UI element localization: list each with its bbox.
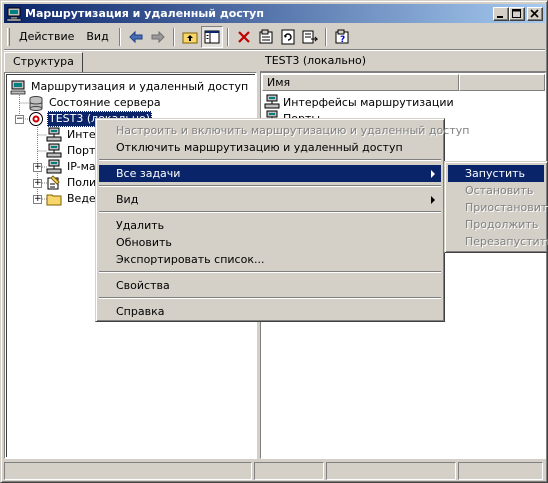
- menu-view[interactable]: Вид: [80, 28, 114, 46]
- minimize-icon: [497, 15, 503, 18]
- ip-routing-icon: [46, 159, 62, 174]
- toolbar-divider: [4, 49, 545, 51]
- toolbar-separator: [324, 28, 327, 46]
- submenu-arrow-icon: [431, 196, 435, 204]
- refresh-icon: [281, 29, 295, 45]
- toolbar-separator: [118, 28, 121, 46]
- maximize-icon: [512, 8, 521, 18]
- tree-item-label: Состояние сервера: [49, 96, 161, 109]
- column-header-empty[interactable]: [459, 74, 545, 91]
- up-level-button[interactable]: [179, 26, 201, 48]
- tree-expand-toggle[interactable]: +: [33, 179, 42, 188]
- policy-icon: [47, 175, 60, 190]
- tree-tab-strip: Структура: [4, 52, 256, 72]
- menu-item-delete[interactable]: Удалить: [99, 217, 441, 234]
- close-icon: [530, 8, 539, 18]
- close-button[interactable]: [527, 6, 543, 21]
- status-cell: [254, 462, 324, 480]
- minimize-button[interactable]: [493, 6, 509, 21]
- properties-button[interactable]: [255, 26, 277, 48]
- properties-icon: [259, 29, 273, 44]
- folder-icon: [46, 194, 62, 206]
- submenu-item-start[interactable]: Запустить: [448, 165, 544, 182]
- routing-app-icon: [6, 7, 22, 21]
- context-menu: Настроить и включить маршрутизацию и уда…: [95, 118, 469, 322]
- forward-arrow-icon: [151, 30, 165, 44]
- menu-separator: [99, 211, 441, 213]
- tab-structure[interactable]: Структура: [4, 52, 83, 72]
- submenu-item-pause[interactable]: Приостановить: [448, 199, 548, 216]
- menu-item-label: Вид: [116, 193, 139, 206]
- delete-icon: [237, 31, 250, 43]
- submenu-item-restart[interactable]: Перезапустить: [448, 233, 548, 250]
- menu-item-all-tasks[interactable]: Все задачи: [99, 165, 441, 182]
- toolbar-grip[interactable]: [7, 28, 10, 46]
- routing-icon: [10, 80, 26, 95]
- svg-text:?: ?: [340, 35, 345, 45]
- tree-expand-toggle[interactable]: +: [33, 163, 42, 172]
- toolbar-separator: [226, 28, 229, 46]
- column-header-name[interactable]: Имя: [262, 74, 459, 91]
- menu-item-refresh[interactable]: Обновить: [99, 234, 441, 251]
- submenu-item-resume[interactable]: Продолжить: [448, 216, 544, 233]
- menu-item-label: Все задачи: [116, 167, 181, 180]
- right-pane-header: TEST3 (локально): [260, 52, 546, 72]
- show-hide-tree-icon: [204, 30, 220, 44]
- menu-item-help[interactable]: Справка: [99, 303, 441, 320]
- tree-item-root[interactable]: Маршрутизация и удаленный доступ: [10, 79, 250, 95]
- menu-toolbar: Действие Вид ?: [4, 25, 545, 49]
- title-bar[interactable]: Маршрутизация и удаленный доступ: [4, 4, 545, 23]
- server-icon: [29, 112, 43, 126]
- maximize-button[interactable]: [509, 6, 525, 21]
- menu-item-properties[interactable]: Свойства: [99, 277, 441, 294]
- tree-item-label: Маршрутизация и удаленный доступ: [31, 80, 249, 93]
- tree-collapse-toggle[interactable]: −: [15, 115, 24, 124]
- forward-button[interactable]: [147, 26, 169, 48]
- delete-button[interactable]: [233, 26, 255, 48]
- ports-icon: [46, 143, 62, 158]
- list-item-label: Интерфейсы маршрутизации: [283, 95, 454, 109]
- menu-item-configure-enable[interactable]: Настроить и включить маршрутизацию и уда…: [99, 122, 469, 139]
- tree-expand-toggle[interactable]: +: [33, 195, 42, 204]
- app-window: Маршрутизация и удаленный доступ Действи…: [0, 0, 548, 483]
- back-button[interactable]: [125, 26, 147, 48]
- menu-item-view[interactable]: Вид: [99, 191, 441, 208]
- menu-action[interactable]: Действие: [13, 28, 80, 46]
- status-cell: [4, 462, 252, 480]
- submenu-item-stop[interactable]: Остановить: [448, 182, 544, 199]
- help-icon: ?: [335, 29, 349, 45]
- menu-separator: [99, 185, 441, 187]
- menu-separator: [99, 297, 441, 299]
- back-arrow-icon: [128, 30, 143, 44]
- refresh-button[interactable]: [277, 26, 299, 48]
- menu-separator: [99, 159, 441, 161]
- export-list-icon: [302, 30, 318, 44]
- export-list-button[interactable]: [299, 26, 321, 48]
- menu-separator: [99, 271, 441, 273]
- submenu-arrow-icon: [431, 170, 435, 178]
- toolbar-separator: [172, 28, 175, 46]
- tree-item-server-status[interactable]: Состояние сервера: [28, 95, 163, 111]
- show-hide-tree-button[interactable]: [200, 26, 223, 48]
- status-bar: [4, 462, 545, 480]
- menu-item-export-list[interactable]: Экспортировать список...: [99, 251, 441, 268]
- server-status-icon: [29, 96, 43, 111]
- interfaces-icon: [46, 127, 62, 142]
- all-tasks-submenu: Запустить Остановить Приостановить Продо…: [444, 161, 548, 253]
- up-folder-icon: [182, 32, 198, 44]
- list-item-interfaces[interactable]: Интерфейсы маршрутизации: [264, 94, 454, 110]
- help-button[interactable]: ?: [331, 26, 353, 48]
- menu-item-disable[interactable]: Отключить маршрутизацию и удаленный дост…: [99, 139, 441, 156]
- status-cell: [458, 462, 543, 480]
- status-cell: [326, 462, 456, 480]
- interfaces-icon: [264, 94, 280, 109]
- window-title: Маршрутизация и удаленный доступ: [25, 7, 264, 20]
